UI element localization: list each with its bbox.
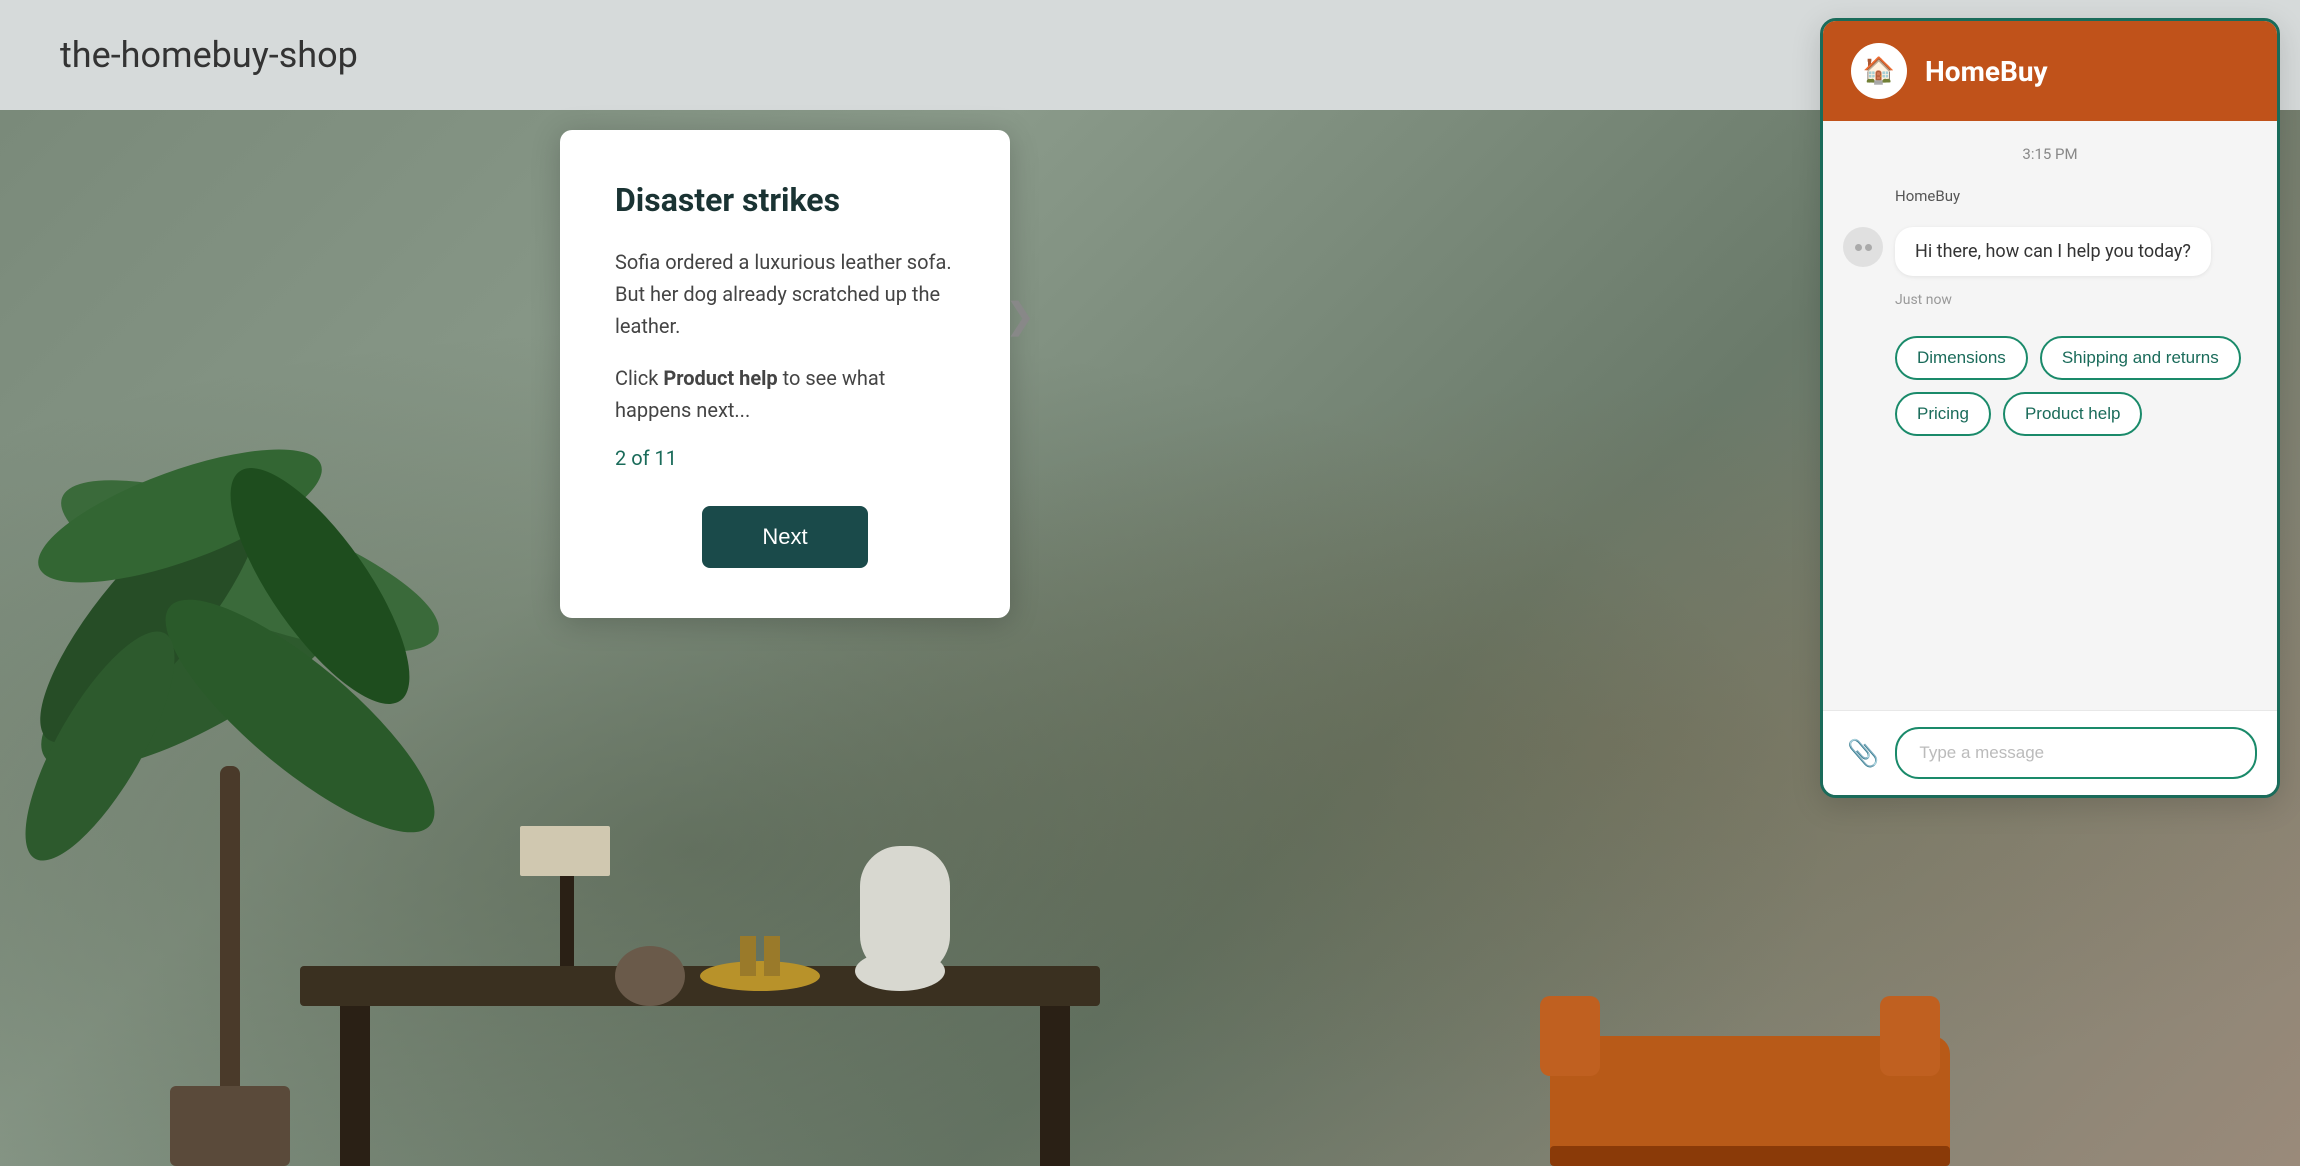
chat-body[interactable]: 3:15 PM HomeBuy Hi there, how can I help… — [1823, 121, 2277, 710]
chat-sender-name: HomeBuy — [1895, 187, 2257, 205]
chat-bubble: Hi there, how can I help you today? — [1895, 227, 2211, 276]
modal-body-prefix: Click — [615, 366, 663, 390]
modal-title: Disaster strikes — [615, 180, 955, 222]
attach-button[interactable]: 📎 — [1843, 734, 1883, 773]
tutorial-arrow: ❯ — [1005, 295, 1035, 337]
tutorial-modal: Disaster strikes Sofia ordered a luxurio… — [560, 130, 1010, 618]
option-shipping-returns[interactable]: Shipping and returns — [2040, 336, 2241, 380]
avatar-dot-1 — [1855, 244, 1862, 251]
chat-options: Dimensions Shipping and returns Pricing … — [1895, 336, 2257, 436]
modal-highlight: Product help — [663, 366, 777, 390]
option-product-help[interactable]: Product help — [2003, 392, 2142, 436]
chat-widget: 🏠 HomeBuy 3:15 PM HomeBuy Hi there, how … — [1820, 18, 2280, 798]
option-pricing[interactable]: Pricing — [1895, 392, 1991, 436]
option-dimensions[interactable]: Dimensions — [1895, 336, 2028, 380]
website-title: the-homebuy-shop — [60, 34, 358, 76]
attach-icon: 📎 — [1847, 738, 1879, 768]
modal-body-line2: Click Product help to see what happens n… — [615, 362, 955, 426]
chat-just-now: Just now — [1895, 292, 2257, 308]
furniture-area — [0, 766, 2300, 1166]
chat-timestamp: 3:15 PM — [1843, 145, 2257, 163]
chat-message-row: Hi there, how can I help you today? — [1843, 227, 2257, 276]
chat-footer: 📎 — [1823, 710, 2277, 795]
avatar-dot-2 — [1865, 244, 1872, 251]
modal-counter: 2 of 11 — [615, 446, 955, 470]
avatar — [1843, 227, 1883, 267]
home-icon: 🏠 — [1863, 56, 1895, 86]
next-button[interactable]: Next — [702, 506, 867, 568]
modal-body-line1: Sofia ordered a luxurious leather sofa. … — [615, 246, 955, 342]
chat-header: 🏠 HomeBuy — [1823, 21, 2277, 121]
chat-input[interactable] — [1895, 727, 2257, 779]
chat-brand-name: HomeBuy — [1925, 55, 2048, 88]
chat-logo: 🏠 — [1851, 43, 1907, 99]
